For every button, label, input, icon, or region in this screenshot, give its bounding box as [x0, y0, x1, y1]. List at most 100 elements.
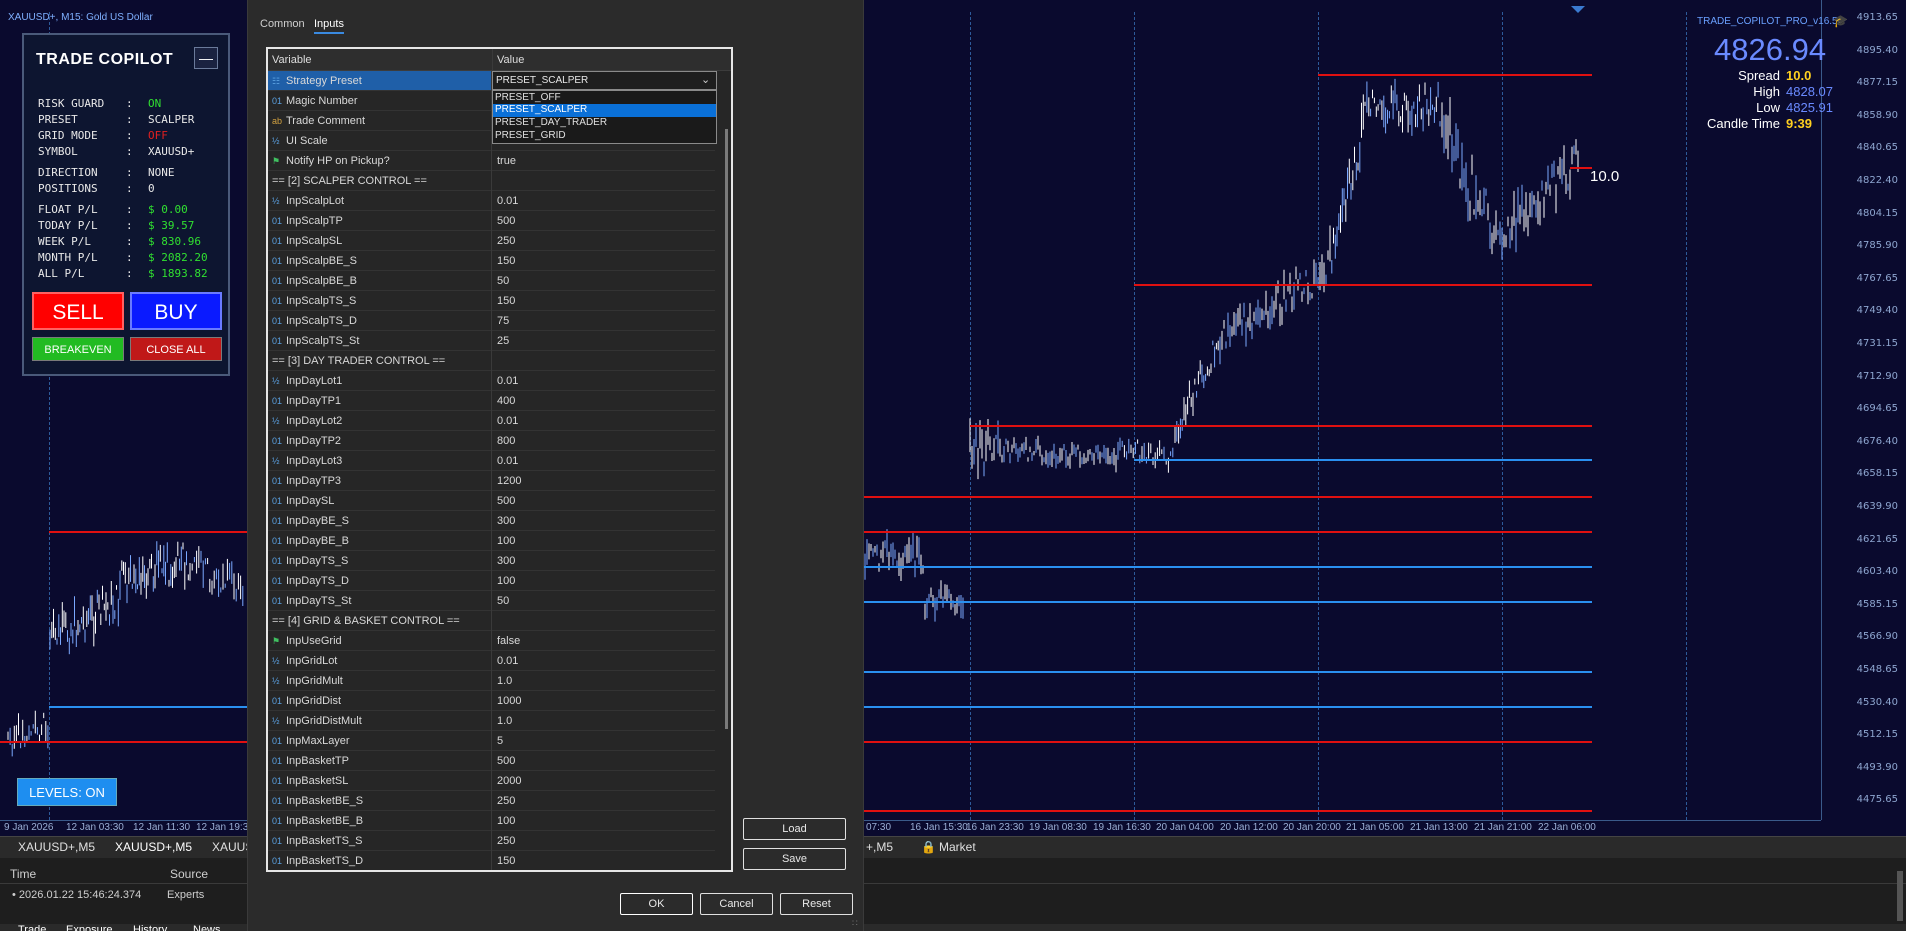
- param-value[interactable]: 250: [493, 231, 515, 251]
- cancel-button[interactable]: Cancel: [700, 893, 773, 915]
- param-row[interactable]: ⚑ Notify HP on Pickup? true: [268, 151, 715, 171]
- param-row[interactable]: 01 InpDaySL 500: [268, 491, 715, 511]
- toolbox-tab[interactable]: Trade: [18, 924, 46, 931]
- chart-tab-1[interactable]: XAUUSD+,M5: [18, 840, 95, 854]
- param-row[interactable]: 01 InpDayTP3 1200: [268, 471, 715, 491]
- param-value[interactable]: 500: [493, 491, 515, 511]
- param-row[interactable]: 01 InpBasketBE_S 250: [268, 791, 715, 811]
- param-row[interactable]: ½ InpGridLot 0.01: [268, 651, 715, 671]
- param-row[interactable]: 01 InpScalpBE_B 50: [268, 271, 715, 291]
- param-row[interactable]: 01 InpDayTS_S 300: [268, 551, 715, 571]
- param-row[interactable]: 01 InpScalpTS_D 75: [268, 311, 715, 331]
- param-row[interactable]: ½ InpGridMult 1.0: [268, 671, 715, 691]
- minimize-button[interactable]: —: [194, 47, 218, 69]
- param-row[interactable]: 01 InpDayBE_S 300: [268, 511, 715, 531]
- param-value[interactable]: [493, 171, 497, 191]
- param-row[interactable]: 01 InpScalpTS_St 25: [268, 331, 715, 351]
- buy-button[interactable]: BUY: [130, 292, 222, 330]
- param-row[interactable]: ½ InpDayLot1 0.01: [268, 371, 715, 391]
- param-value[interactable]: 0.01: [493, 191, 518, 211]
- param-row[interactable]: 01 InpBasketSL 2000: [268, 771, 715, 791]
- level-line-blue[interactable]: [864, 566, 1592, 568]
- param-row[interactable]: == [2] SCALPER CONTROL ==: [268, 171, 715, 191]
- param-value[interactable]: 500: [493, 751, 515, 771]
- param-value[interactable]: 0.01: [493, 371, 518, 391]
- param-row[interactable]: == [3] DAY TRADER CONTROL ==: [268, 351, 715, 371]
- param-row[interactable]: 01 InpDayTS_St 50: [268, 591, 715, 611]
- param-value[interactable]: 250: [493, 791, 515, 811]
- param-row[interactable]: ½ InpGridDistMult 1.0: [268, 711, 715, 731]
- col-variable[interactable]: Variable: [272, 54, 312, 66]
- param-value[interactable]: 300: [493, 511, 515, 531]
- param-value[interactable]: 100: [493, 571, 515, 591]
- dropdown-option-selected[interactable]: PRESET_SCALPER: [493, 104, 716, 117]
- param-row[interactable]: 01 InpDayTS_D 100: [268, 571, 715, 591]
- param-value[interactable]: 0.01: [493, 651, 518, 671]
- toolbox-tab[interactable]: News: [193, 924, 221, 931]
- grid-scrollbar[interactable]: [723, 71, 731, 870]
- param-value[interactable]: false: [493, 631, 520, 651]
- col-time[interactable]: Time: [10, 867, 36, 881]
- param-row[interactable]: ½ InpDayLot3 0.01: [268, 451, 715, 471]
- load-button[interactable]: Load: [743, 818, 846, 840]
- level-line-red[interactable]: [1318, 74, 1592, 76]
- param-row[interactable]: 01 InpBasketTS_S 250: [268, 831, 715, 851]
- scroll-thumb[interactable]: [725, 129, 728, 729]
- param-value[interactable]: 0.01: [493, 411, 518, 431]
- param-row[interactable]: 01 InpMaxLayer 5: [268, 731, 715, 751]
- toolbox-tab[interactable]: History: [133, 924, 167, 931]
- save-button[interactable]: Save: [743, 848, 846, 870]
- param-value[interactable]: 150: [493, 291, 515, 311]
- param-value[interactable]: 1.0: [493, 711, 512, 731]
- param-row[interactable]: 01 InpBasketTS_D 150: [268, 851, 715, 870]
- strategy-preset-dropdown[interactable]: PRESET_OFF PRESET_SCALPER PRESET_DAY_TRA…: [492, 90, 717, 144]
- tab-inputs[interactable]: Inputs: [314, 18, 344, 34]
- param-row[interactable]: == [4] GRID & BASKET CONTROL ==: [268, 611, 715, 631]
- param-row[interactable]: 01 InpBasketBE_B 100: [268, 811, 715, 831]
- col-value[interactable]: Value: [497, 54, 524, 66]
- dropdown-option[interactable]: PRESET_GRID: [495, 130, 566, 141]
- reset-button[interactable]: Reset: [780, 893, 853, 915]
- param-value[interactable]: true: [493, 151, 516, 171]
- inputs-grid[interactable]: Variable Value ☷ Strategy Preset PRESET_SC…: [266, 47, 733, 872]
- param-value[interactable]: 50: [493, 271, 509, 291]
- resize-grip-icon[interactable]: ∷: [852, 918, 858, 929]
- param-row[interactable]: 01 InpScalpTP 500: [268, 211, 715, 231]
- chart-tab-4[interactable]: +,M5: [866, 840, 893, 854]
- param-value[interactable]: 50: [493, 591, 509, 611]
- param-value[interactable]: [493, 611, 497, 631]
- levels-toggle-button[interactable]: LEVELS: ON: [17, 778, 117, 806]
- param-row[interactable]: 01 InpScalpBE_S 150: [268, 251, 715, 271]
- param-value[interactable]: 5: [493, 731, 503, 751]
- param-value[interactable]: 100: [493, 811, 515, 831]
- level-line-red[interactable]: [1134, 284, 1592, 286]
- param-value[interactable]: 500: [493, 211, 515, 231]
- param-value[interactable]: 250: [493, 831, 515, 851]
- param-row[interactable]: 01 InpScalpTS_S 150: [268, 291, 715, 311]
- param-value[interactable]: 400: [493, 391, 515, 411]
- param-value[interactable]: 0.01: [493, 451, 518, 471]
- scrollbar[interactable]: [1897, 871, 1903, 921]
- param-value[interactable]: 1200: [493, 471, 521, 491]
- strategy-preset-select[interactable]: PRESET_SCALPER ⌄: [492, 71, 717, 90]
- breakeven-button[interactable]: BREAKEVEN: [32, 337, 124, 361]
- sell-button[interactable]: SELL: [32, 292, 124, 330]
- level-line-red[interactable]: [864, 496, 1592, 498]
- param-value[interactable]: 25: [493, 331, 509, 351]
- tab-common[interactable]: Common: [260, 18, 305, 30]
- level-line-blue[interactable]: [1134, 459, 1592, 461]
- expert-properties-dialog[interactable]: Common Inputs Variable Value ☷ Strategy P…: [247, 0, 864, 931]
- param-value[interactable]: 1000: [493, 691, 521, 711]
- param-value[interactable]: 300: [493, 551, 515, 571]
- param-row[interactable]: 01 InpGridDist 1000: [268, 691, 715, 711]
- param-row[interactable]: 01 InpDayTP1 400: [268, 391, 715, 411]
- param-value[interactable]: 150: [493, 851, 515, 870]
- param-value[interactable]: 1.0: [493, 671, 512, 691]
- log-row[interactable]: • 2026.01.22 15:46:24.374: [12, 889, 141, 901]
- param-row[interactable]: 01 InpBasketTP 500: [268, 751, 715, 771]
- param-value[interactable]: 800: [493, 431, 515, 451]
- trade-copilot-panel[interactable]: TRADE COPILOT — RISK GUARD: ON PRESET: SCAL…: [22, 33, 230, 376]
- ok-button[interactable]: OK: [620, 893, 693, 915]
- col-source[interactable]: Source: [170, 867, 208, 881]
- param-row[interactable]: 01 InpDayTP2 800: [268, 431, 715, 451]
